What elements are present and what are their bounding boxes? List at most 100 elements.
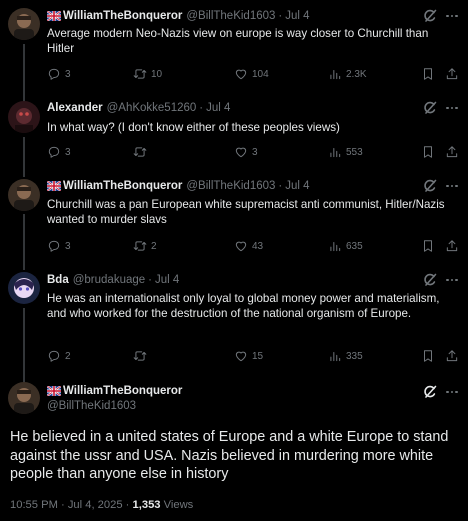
retweet-count: 10 [151,68,163,80]
views-button[interactable]: 335 [328,349,363,363]
share-button[interactable] [445,239,459,253]
views-icon [330,148,341,158]
tweet-date[interactable]: Jul 4 [285,180,309,192]
views-count: 2.3K [346,68,367,80]
like-count: 3 [252,146,258,158]
views-icon [330,70,341,80]
tweet[interactable]: Alexander @AhKokke51260 · Jul 4 In what … [0,96,468,174]
tweet[interactable]: Bda @brudakuage · Jul 4 He was an intern… [0,266,468,376]
handle[interactable]: @BillTheKid1603 [186,180,275,192]
retweet-icon [133,351,147,361]
views-button[interactable]: 635 [328,239,363,253]
tweet-header: Bda @brudakuage · Jul 4 [47,272,179,288]
tweet[interactable]: WilliamTheBonqueror @BillTheKid1603 · Ju… [0,174,468,266]
retweet-button[interactable] [133,145,151,159]
retweet-icon [133,147,147,157]
avatar[interactable] [8,272,40,304]
grok-icon[interactable] [422,8,438,24]
more-icon[interactable] [444,384,460,400]
views-count: 635 [346,240,363,252]
display-name[interactable]: Alexander [47,102,103,114]
grok-icon[interactable] [422,272,438,288]
bookmark-button[interactable] [421,349,435,363]
views-icon [330,352,341,362]
retweet-button[interactable]: 2 [133,239,157,253]
share-button[interactable] [445,67,459,81]
retweet-icon [133,69,147,79]
action-bar: 3 2 43 635 [47,237,460,255]
avatar[interactable] [8,382,40,414]
handle[interactable]: @BillTheKid1603 [186,10,275,22]
avatar[interactable] [8,101,40,133]
bookmark-button[interactable] [421,145,435,159]
reply-button[interactable]: 2 [47,349,71,363]
grok-icon[interactable] [422,100,438,116]
handle[interactable]: @BillTheKid1603 [47,400,182,412]
more-icon[interactable] [444,100,460,116]
views-button[interactable]: 2.3K [328,67,367,81]
bookmark-button[interactable] [421,239,435,253]
like-button[interactable]: 15 [234,349,263,363]
timestamp[interactable]: 10:55 PM · Jul 4, 2025 · [10,499,133,511]
avatar[interactable] [8,8,40,40]
tweet-header: Alexander @AhKokke51260 · Jul 4 [47,100,230,116]
reply-icon [48,350,60,362]
display-name[interactable]: WilliamTheBonqueror [63,385,182,397]
more-icon[interactable] [444,272,460,288]
tweet-text: Churchill was a pan European white supre… [47,198,445,226]
retweet-icon [133,241,147,251]
handle[interactable]: @AhKokke51260 [107,102,197,114]
avatar[interactable] [8,179,40,211]
tweet-text: Average modern Neo-Nazis view on europe … [47,27,429,55]
main-tweet-text: He believed in a united states of Europe… [10,429,449,482]
like-count: 15 [252,350,264,362]
like-button[interactable]: 104 [234,67,269,81]
reply-button[interactable]: 3 [47,67,71,81]
reply-icon [48,68,60,80]
tweet-text: In what way? (I don't know either of the… [47,121,340,134]
views-count: 335 [346,350,363,362]
retweet-count: 2 [151,240,157,252]
share-icon [446,350,458,362]
reply-button[interactable]: 3 [47,145,71,159]
grok-icon[interactable] [422,178,438,194]
more-icon[interactable] [444,8,460,24]
reply-button[interactable]: 3 [47,239,71,253]
bookmark-icon [424,68,432,80]
main-tweet-header: WilliamTheBonqueror @BillTheKid1603 [47,383,182,412]
handle[interactable]: @brudakuage [73,274,145,286]
grok-icon[interactable] [422,384,438,400]
tweet[interactable]: WilliamTheBonqueror @BillTheKid1603 · Ju… [0,0,468,96]
display-name[interactable]: WilliamTheBonqueror [63,180,182,192]
bookmark-button[interactable] [421,67,435,81]
separator: · [148,274,152,286]
action-bar: 3 3 553 [47,143,460,161]
main-tweet-meta: 10:55 PM · Jul 4, 2025 · 1,353 Views [10,499,193,511]
tweet-date[interactable]: Jul 4 [285,10,309,22]
more-icon[interactable] [444,178,460,194]
reply-icon [48,240,60,252]
retweet-button[interactable] [133,349,151,363]
flag-icon [47,385,61,396]
like-icon [235,147,247,158]
tweet-date[interactable]: Jul 4 [206,102,230,114]
tweet-date[interactable]: Jul 4 [155,274,179,286]
display-name[interactable]: WilliamTheBonqueror [63,10,182,22]
display-name[interactable]: Bda [47,274,69,286]
share-icon [446,68,458,80]
share-button[interactable] [445,145,459,159]
retweet-button[interactable]: 10 [133,67,162,81]
separator: · [278,10,283,22]
views-button[interactable]: 553 [328,145,363,159]
views-icon [330,242,341,252]
like-button[interactable]: 3 [234,145,258,159]
bookmark-icon [424,240,432,252]
like-button[interactable]: 43 [234,239,263,253]
separator: · [199,102,204,114]
share-button[interactable] [445,349,459,363]
tweet-header: WilliamTheBonqueror @BillTheKid1603 · Ju… [47,8,310,24]
reply-count: 3 [65,146,71,158]
reply-count: 2 [65,350,71,362]
views-count: 553 [346,146,363,158]
views-count: 1,353 [132,499,161,511]
